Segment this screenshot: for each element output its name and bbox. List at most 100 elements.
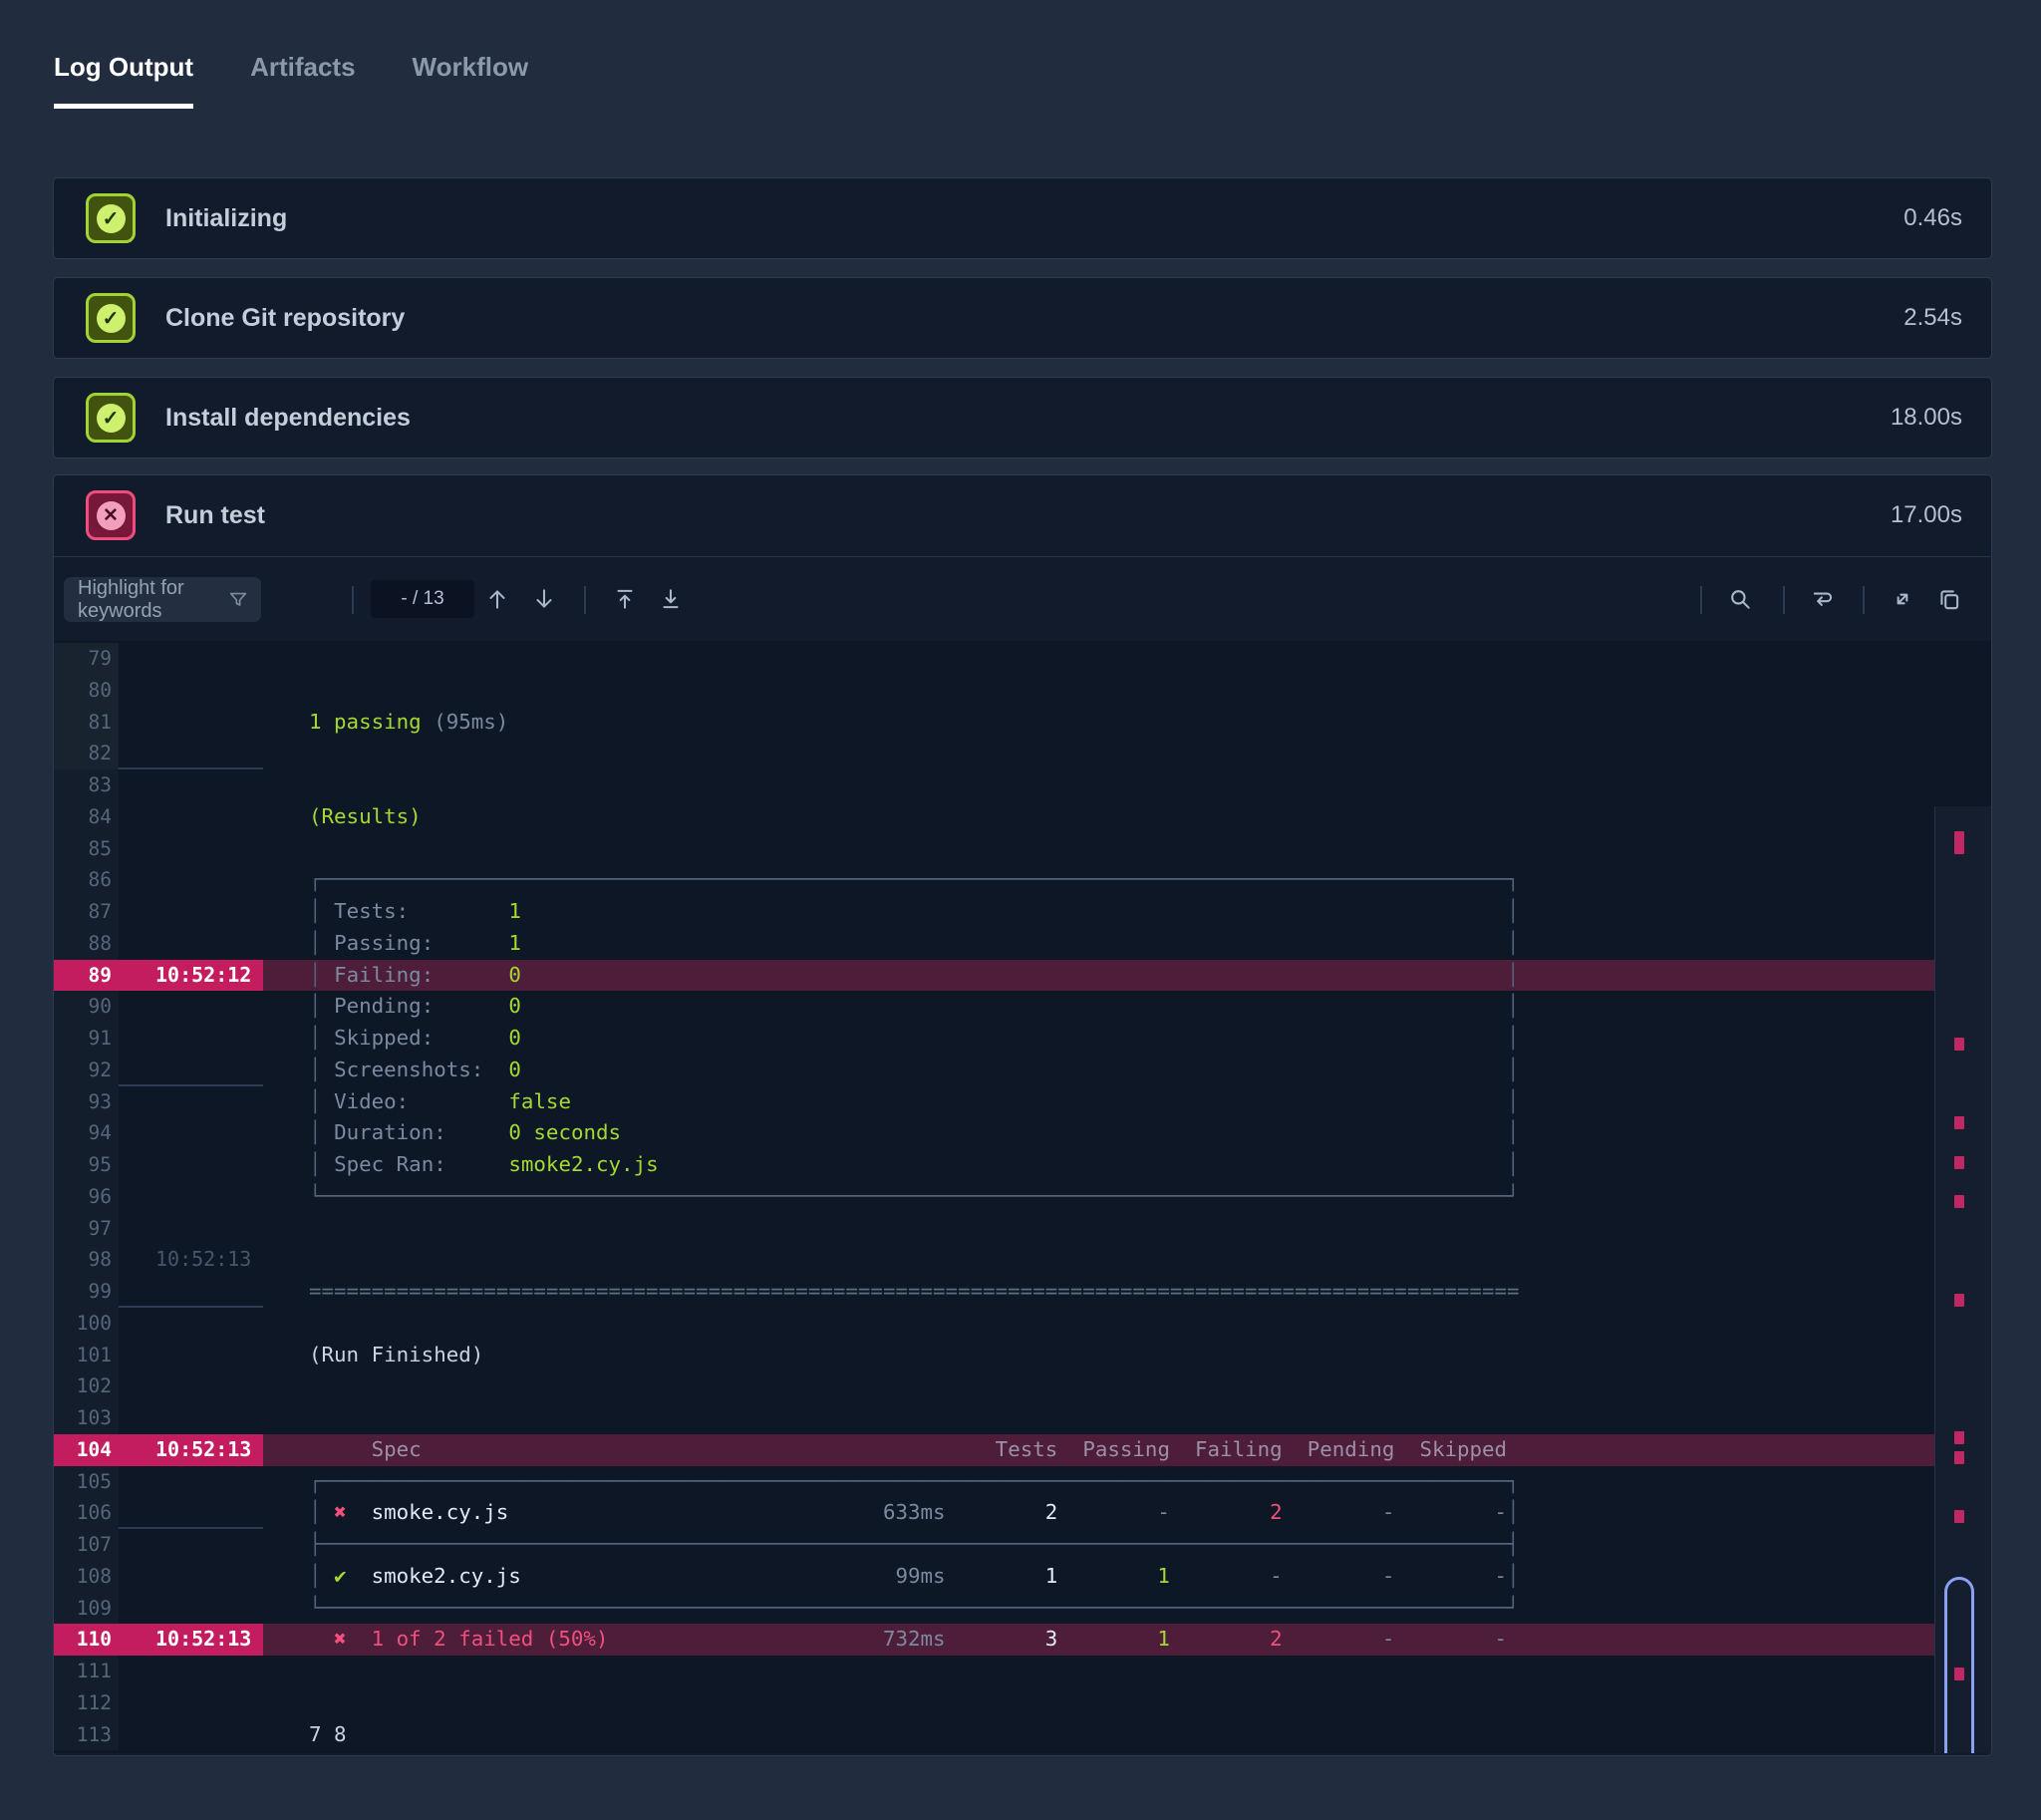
line-timestamp [119, 833, 263, 865]
line-timestamp [119, 864, 263, 896]
log-line-92: 92 │ Screenshots: 0 │ [54, 1054, 1991, 1086]
step-header-run-test[interactable]: ✕ Run test 17.00s [54, 475, 1991, 555]
line-timestamp [119, 1529, 263, 1561]
expand-log-button[interactable] [1885, 581, 1920, 617]
log-line-83: 83 [54, 769, 1991, 801]
line-timestamp: 10:52:13 [155, 1247, 252, 1272]
scroll-to-top-button[interactable] [607, 581, 643, 617]
log-line-93: 93 │ Video: false │ [54, 1085, 1991, 1118]
line-timestamp [119, 675, 263, 707]
line-number: 94 [54, 1117, 119, 1149]
line-number: 83 [54, 769, 119, 801]
line-timestamp [119, 707, 263, 739]
line-content [263, 1370, 1991, 1402]
status-passed-icon: ✓ [86, 193, 136, 243]
jump-to-top-icon [617, 589, 633, 609]
line-content: └───────────────────────────────────────… [309, 1183, 1520, 1208]
line-number: 100 [54, 1307, 119, 1340]
tab-log-output[interactable]: Log Output [54, 52, 194, 109]
log-line-104: 104 10:52:13 Spec Tests Passing Failing P… [54, 1433, 1991, 1466]
line-number: 99 [54, 1276, 119, 1308]
log-lines: 79 80 81 1 passing (95ms) 82 83 84 (Results) 85 8… [54, 643, 1991, 1751]
tab-bar: Log Output Artifacts Workflow [54, 52, 528, 109]
search-log-button[interactable] [1722, 581, 1758, 617]
line-number: 98 [54, 1244, 119, 1276]
log-line-96: 96 └─────────────────────────────────────… [54, 1180, 1991, 1213]
step-header-initializing[interactable]: ✓ Initializing 0.46s [54, 178, 1991, 258]
step-card-run-test: ✕ Run test 17.00s Highlight for keywords… [53, 474, 1992, 1756]
log-line-98: 98 10:52:13 [54, 1244, 1991, 1276]
log-line-99: 99 ======================================… [54, 1276, 1991, 1308]
step-duration: 2.54s [1903, 304, 1962, 331]
line-timestamp [119, 1466, 263, 1498]
line-timestamp [119, 928, 263, 960]
tab-artifacts[interactable]: Artifacts [250, 52, 355, 109]
status-passed-icon: ✓ [86, 393, 136, 443]
line-content [263, 738, 1991, 769]
log-line-97: 97 [54, 1212, 1991, 1245]
line-timestamp [119, 1213, 263, 1245]
step-header-clone-git-repository[interactable]: ✓ Clone Git repository 2.54s [54, 278, 1991, 358]
arrow-down-icon [536, 589, 552, 608]
line-content: │ ✖ smoke.cy.js 633ms 2 - 2 - -│ [309, 1500, 1520, 1525]
wrap-lines-button[interactable] [1805, 581, 1841, 617]
line-timestamp [119, 1656, 263, 1687]
log-line-103: 103 [54, 1402, 1991, 1434]
line-timestamp [119, 1402, 263, 1434]
line-content: │ Failing: 0 │ [263, 959, 1991, 992]
log-line-111: 111 [54, 1656, 1991, 1687]
line-number: 82 [54, 738, 119, 769]
step-card-clone-git-repository: ✓ Clone Git repository 2.54s [53, 277, 1992, 359]
minimap-match-marker [1954, 840, 1964, 854]
previous-match-button[interactable] [479, 581, 515, 617]
line-timestamp [119, 1561, 263, 1593]
line-content: (Run Finished) [309, 1342, 484, 1366]
line-content: │ Video: false │ [309, 1088, 1520, 1113]
toolbar-divider [584, 586, 586, 614]
log-viewport[interactable]: 79 80 81 1 passing (95ms) 82 83 84 (Results) 85 8… [54, 641, 1991, 1753]
line-timestamp [119, 1086, 263, 1118]
log-minimap-scrollbar[interactable] [1934, 806, 1991, 1753]
line-number: 86 [54, 864, 119, 896]
line-timestamp [119, 738, 263, 769]
log-line-82: 82 [54, 738, 1991, 769]
line-timestamp [119, 1593, 263, 1625]
search-icon [1731, 590, 1750, 609]
minimap-match-marker [1954, 1450, 1964, 1464]
line-number: 87 [54, 896, 119, 928]
line-content [263, 675, 1991, 707]
line-content: │ Spec Ran: smoke2.cy.js │ [309, 1152, 1520, 1176]
line-timestamp [119, 1497, 263, 1529]
step-label: Initializing [165, 203, 288, 232]
line-number: 111 [54, 1656, 119, 1687]
line-timestamp: 10:52:13 [155, 1436, 252, 1461]
log-line-112: 112 [54, 1686, 1991, 1719]
minimap-viewport-thumb[interactable] [1944, 1577, 1974, 1753]
line-number: 105 [54, 1465, 119, 1498]
log-line-84: 84 (Results) [54, 800, 1991, 833]
line-timestamp [119, 769, 263, 801]
line-content [263, 1656, 1991, 1687]
line-content: 7 8 [309, 1721, 347, 1746]
copy-log-button[interactable] [1931, 581, 1967, 617]
toolbar-divider [1783, 586, 1785, 614]
step-header-install-dependencies[interactable]: ✓ Install dependencies 18.00s [54, 378, 1991, 457]
highlight-keywords-input[interactable]: Highlight for keywords [64, 577, 261, 622]
line-number: 97 [54, 1212, 119, 1245]
line-timestamp [119, 991, 263, 1023]
scroll-to-bottom-button[interactable] [653, 581, 689, 617]
line-number: 112 [54, 1686, 119, 1719]
line-content: ├───────────────────────────────────────… [309, 1532, 1520, 1556]
tab-workflow[interactable]: Workflow [413, 52, 529, 109]
line-timestamp [119, 1181, 263, 1213]
next-match-button[interactable] [526, 581, 562, 617]
minimap-match-marker [1954, 1431, 1964, 1445]
step-duration: 18.00s [1890, 404, 1962, 431]
step-card-install-dependencies: ✓ Install dependencies 18.00s [53, 377, 1992, 458]
line-number: 80 [54, 674, 119, 707]
line-content: ┌───────────────────────────────────────… [309, 1468, 1520, 1493]
line-number: 92 [54, 1054, 119, 1086]
line-number: 107 [54, 1529, 119, 1561]
copy-icon [1940, 590, 1959, 610]
log-line-105: 105 ┌────────────────────────────────────… [54, 1465, 1991, 1498]
